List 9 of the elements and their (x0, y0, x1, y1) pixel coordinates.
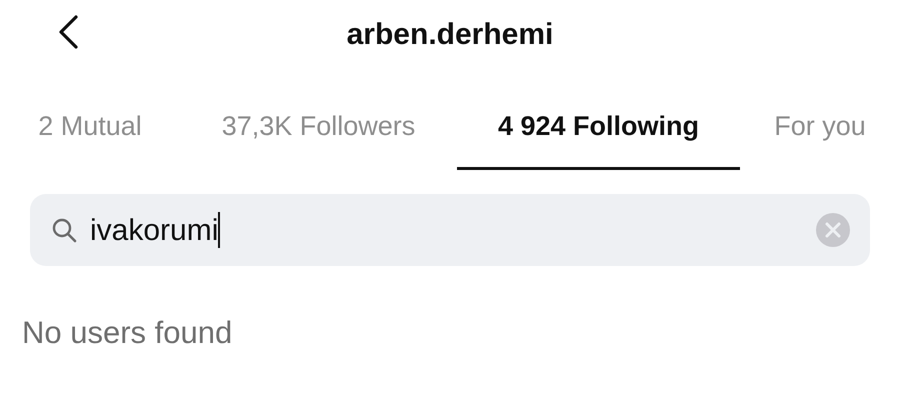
tab[interactable]: 2 Mutual (0, 90, 180, 170)
empty-message: No users found (22, 314, 234, 352)
search-field[interactable]: ivakorumi (30, 194, 870, 266)
search-text: ivakorumi (90, 212, 218, 248)
profile-username: arben.derhemi (346, 16, 554, 52)
tab[interactable]: 37,3K Followers (180, 90, 457, 170)
tab[interactable]: 4 924 Following (457, 90, 740, 170)
search-icon (50, 216, 78, 244)
tab[interactable]: For you (740, 90, 900, 170)
